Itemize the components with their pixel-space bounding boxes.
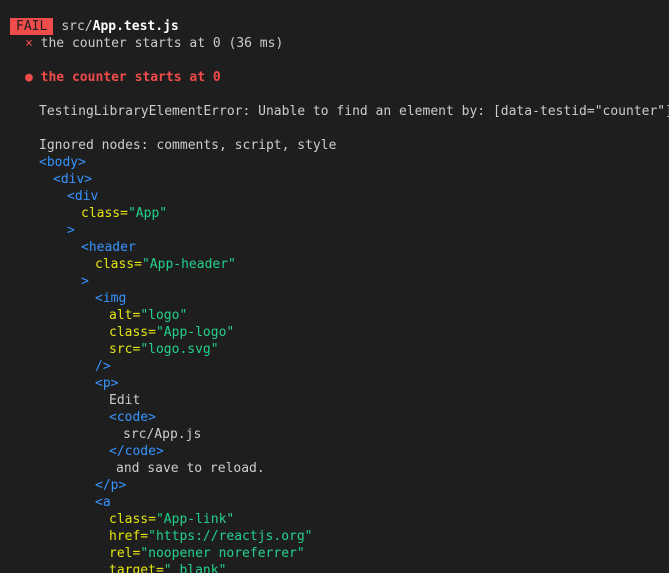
error-message: TestingLibraryElementError: Unable to fi… — [39, 104, 669, 119]
attr-value: "_blank" — [163, 563, 227, 573]
attr-value: "https://reactjs.org" — [148, 529, 313, 544]
dom-text-src: src/App.js — [123, 427, 202, 442]
dom-a-open: <a — [95, 495, 111, 510]
attr-value: "App-link" — [155, 512, 235, 527]
dom-a-rel-attr: rel="noopener noreferrer" — [109, 545, 305, 562]
dom-div-class-attr: class="App" — [81, 205, 167, 222]
dom-p-close: </p> — [95, 478, 127, 493]
dom-img-open: <img — [95, 291, 127, 306]
dom-img-src-attr: src="logo.svg" — [109, 341, 219, 358]
dom-div-gt: > — [67, 223, 75, 238]
attr-name: class= — [81, 206, 128, 221]
fail-badge: FAIL — [10, 18, 54, 35]
dom-a-target-attr: target="_blank" — [109, 562, 226, 573]
dom-code-close: </code> — [109, 444, 164, 459]
attr-value: "App" — [127, 206, 168, 221]
attr-name: class= — [109, 512, 156, 527]
fail-line: FAIL src/App.test.js — [10, 18, 179, 35]
ignored-nodes-text: Ignored nodes: comments, script, style — [39, 138, 337, 153]
bullet-icon: ● — [25, 70, 33, 85]
dom-img-class-attr: class="App-logo" — [109, 324, 234, 341]
test-title: the counter starts at 0 — [40, 70, 221, 85]
dom-text-save: and save to reload. — [116, 461, 265, 476]
dom-img-alt-attr: alt="logo" — [109, 307, 187, 324]
test-title-line: ● the counter starts at 0 — [25, 69, 221, 86]
test-file-name: App.test.js — [92, 19, 179, 34]
dom-div-app-open: <div — [67, 189, 99, 204]
attr-name: class= — [109, 325, 156, 340]
dom-header-gt: > — [81, 274, 89, 289]
terminal-output: FAIL src/App.test.js × the counter starts… — [0, 0, 669, 573]
test-summary-text: the counter starts at 0 (36 ms) — [40, 36, 284, 51]
dom-body-open: <body> — [39, 155, 86, 170]
attr-value: "noopener noreferrer" — [140, 546, 305, 561]
attr-value: "App-header" — [141, 257, 236, 272]
dom-a-class-attr: class="App-link" — [109, 511, 234, 528]
attr-name: alt= — [109, 308, 141, 323]
dom-p-open: <p> — [95, 376, 119, 391]
attr-name: src= — [109, 342, 141, 357]
dom-text-edit: Edit — [109, 393, 141, 408]
test-file-dir: src/ — [61, 19, 93, 34]
fail-cross-icon: × — [25, 36, 33, 51]
attr-value: "logo.svg" — [140, 342, 219, 357]
attr-name: target= — [109, 563, 164, 573]
test-summary-line: × the counter starts at 0 (36 ms) — [25, 35, 283, 52]
dom-code-open: <code> — [109, 410, 156, 425]
dom-img-close: /> — [95, 359, 111, 374]
dom-a-href-attr: href="https://reactjs.org" — [109, 528, 313, 545]
attr-name: class= — [95, 257, 142, 272]
dom-header-class-attr: class="App-header" — [95, 256, 236, 273]
attr-value: "logo" — [140, 308, 188, 323]
attr-name: href= — [109, 529, 149, 544]
attr-value: "App-logo" — [155, 325, 235, 340]
attr-name: rel= — [109, 546, 141, 561]
dom-div-open: <div> — [53, 172, 93, 187]
dom-header-open: <header — [81, 240, 136, 255]
